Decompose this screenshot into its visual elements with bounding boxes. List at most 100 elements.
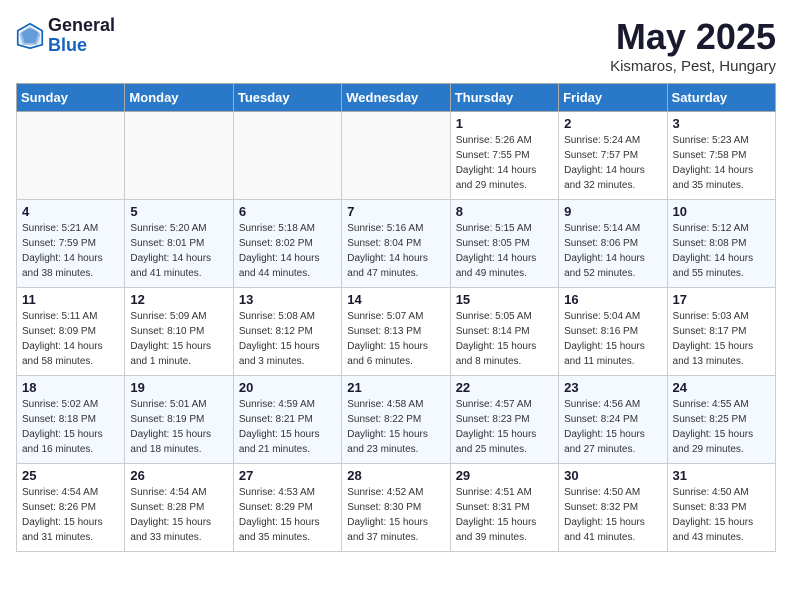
title-area: May 2025 Kismaros, Pest, Hungary	[610, 16, 776, 75]
day-info: Sunrise: 5:04 AMSunset: 8:16 PMDaylight:…	[564, 309, 661, 369]
calendar-week-row: 4 Sunrise: 5:21 AMSunset: 7:59 PMDaylight…	[17, 200, 776, 288]
day-number: 17	[673, 292, 770, 307]
calendar-week-row: 1Sunrise: 5:26 AMSunset: 7:55 PMDaylight…	[17, 112, 776, 200]
day-number: 27	[239, 468, 336, 483]
calendar-week-row: 11Sunrise: 5:11 AMSunset: 8:09 PMDayligh…	[17, 288, 776, 376]
calendar-cell: 19Sunrise: 5:01 AMSunset: 8:19 PMDayligh…	[125, 376, 233, 464]
day-info: Sunrise: 4:51 AMSunset: 8:31 PMDaylight:…	[456, 485, 553, 545]
calendar-cell: 6 Sunrise: 5:18 AMSunset: 8:02 PMDaylight…	[233, 200, 341, 288]
day-info: Sunrise: 5:21 AMSunset: 7:59 PMDaylight:…	[22, 221, 119, 281]
day-number: 22	[456, 380, 553, 395]
day-info: Sunrise: 5:24 AMSunset: 7:57 PMDaylight:…	[564, 133, 661, 193]
day-info: Sunrise: 4:54 AMSunset: 8:28 PMDaylight:…	[130, 485, 227, 545]
day-info: Sunrise: 4:56 AMSunset: 8:24 PMDaylight:…	[564, 397, 661, 457]
day-number: 8	[456, 204, 553, 219]
calendar-week-row: 18Sunrise: 5:02 AMSunset: 8:18 PMDayligh…	[17, 376, 776, 464]
day-info: Sunrise: 5:12 AMSunset: 8:08 PMDaylight:…	[673, 221, 770, 281]
day-number: 15	[456, 292, 553, 307]
day-info: Sunrise: 5:15 AMSunset: 8:05 PMDaylight:…	[456, 221, 553, 281]
calendar-cell: 5 Sunrise: 5:20 AMSunset: 8:01 PMDaylight…	[125, 200, 233, 288]
calendar-day-header: Tuesday	[233, 84, 341, 112]
calendar-cell: 30Sunrise: 4:50 AMSunset: 8:32 PMDayligh…	[559, 464, 667, 552]
day-info: Sunrise: 5:23 AMSunset: 7:58 PMDaylight:…	[673, 133, 770, 193]
calendar-cell	[233, 112, 341, 200]
day-number: 3	[673, 116, 770, 131]
day-info: Sunrise: 4:57 AMSunset: 8:23 PMDaylight:…	[456, 397, 553, 457]
calendar-cell: 15 Sunrise: 5:05 AMSunset: 8:14 PMDayligh…	[450, 288, 558, 376]
day-info: Sunrise: 4:58 AMSunset: 8:22 PMDaylight:…	[347, 397, 444, 457]
day-number: 16	[564, 292, 661, 307]
day-number: 23	[564, 380, 661, 395]
calendar-cell: 23 Sunrise: 4:56 AMSunset: 8:24 PMDayligh…	[559, 376, 667, 464]
calendar-cell: 14Sunrise: 5:07 AMSunset: 8:13 PMDayligh…	[342, 288, 450, 376]
day-number: 21	[347, 380, 444, 395]
day-number: 26	[130, 468, 227, 483]
calendar-cell: 21 Sunrise: 4:58 AMSunset: 8:22 PMDayligh…	[342, 376, 450, 464]
calendar-cell: 31 Sunrise: 4:50 AMSunset: 8:33 PMDayligh…	[667, 464, 775, 552]
logo-general-label: General	[48, 16, 115, 36]
calendar-day-header: Wednesday	[342, 84, 450, 112]
day-info: Sunrise: 4:52 AMSunset: 8:30 PMDaylight:…	[347, 485, 444, 545]
day-number: 14	[347, 292, 444, 307]
logo: General Blue	[16, 16, 115, 56]
day-number: 24	[673, 380, 770, 395]
logo-text: General Blue	[48, 16, 115, 56]
day-number: 6	[239, 204, 336, 219]
calendar-cell: 2 Sunrise: 5:24 AMSunset: 7:57 PMDaylight…	[559, 112, 667, 200]
day-number: 11	[22, 292, 119, 307]
day-number: 29	[456, 468, 553, 483]
day-info: Sunrise: 4:54 AMSunset: 8:26 PMDaylight:…	[22, 485, 119, 545]
day-info: Sunrise: 5:08 AMSunset: 8:12 PMDaylight:…	[239, 309, 336, 369]
day-info: Sunrise: 5:18 AMSunset: 8:02 PMDaylight:…	[239, 221, 336, 281]
day-number: 18	[22, 380, 119, 395]
location-subtitle: Kismaros, Pest, Hungary	[610, 58, 776, 75]
day-number: 4	[22, 204, 119, 219]
day-info: Sunrise: 5:05 AMSunset: 8:14 PMDaylight:…	[456, 309, 553, 369]
day-number: 12	[130, 292, 227, 307]
calendar-day-header: Sunday	[17, 84, 125, 112]
day-number: 25	[22, 468, 119, 483]
calendar-cell: 22 Sunrise: 4:57 AMSunset: 8:23 PMDayligh…	[450, 376, 558, 464]
calendar-cell: 26 Sunrise: 4:54 AMSunset: 8:28 PMDayligh…	[125, 464, 233, 552]
calendar-cell: 17 Sunrise: 5:03 AMSunset: 8:17 PMDayligh…	[667, 288, 775, 376]
calendar-cell: 29 Sunrise: 4:51 AMSunset: 8:31 PMDayligh…	[450, 464, 558, 552]
calendar-cell: 13Sunrise: 5:08 AMSunset: 8:12 PMDayligh…	[233, 288, 341, 376]
calendar-cell	[17, 112, 125, 200]
day-info: Sunrise: 5:14 AMSunset: 8:06 PMDaylight:…	[564, 221, 661, 281]
calendar-cell: 20Sunrise: 4:59 AMSunset: 8:21 PMDayligh…	[233, 376, 341, 464]
calendar-cell	[342, 112, 450, 200]
day-number: 28	[347, 468, 444, 483]
calendar-cell: 11Sunrise: 5:11 AMSunset: 8:09 PMDayligh…	[17, 288, 125, 376]
calendar-day-header: Friday	[559, 84, 667, 112]
calendar-cell: 3 Sunrise: 5:23 AMSunset: 7:58 PMDaylight…	[667, 112, 775, 200]
calendar-cell: 18Sunrise: 5:02 AMSunset: 8:18 PMDayligh…	[17, 376, 125, 464]
calendar-cell: 10Sunrise: 5:12 AMSunset: 8:08 PMDayligh…	[667, 200, 775, 288]
calendar-cell: 12 Sunrise: 5:09 AMSunset: 8:10 PMDayligh…	[125, 288, 233, 376]
day-info: Sunrise: 5:16 AMSunset: 8:04 PMDaylight:…	[347, 221, 444, 281]
day-info: Sunrise: 5:26 AMSunset: 7:55 PMDaylight:…	[456, 133, 553, 193]
calendar-table: SundayMondayTuesdayWednesdayThursdayFrid…	[16, 83, 776, 552]
calendar-day-header: Thursday	[450, 84, 558, 112]
calendar-cell: 24Sunrise: 4:55 AMSunset: 8:25 PMDayligh…	[667, 376, 775, 464]
calendar-cell: 7Sunrise: 5:16 AMSunset: 8:04 PMDaylight…	[342, 200, 450, 288]
day-info: Sunrise: 5:03 AMSunset: 8:17 PMDaylight:…	[673, 309, 770, 369]
day-number: 5	[130, 204, 227, 219]
calendar-cell: 4 Sunrise: 5:21 AMSunset: 7:59 PMDaylight…	[17, 200, 125, 288]
calendar-day-header: Monday	[125, 84, 233, 112]
day-info: Sunrise: 4:59 AMSunset: 8:21 PMDaylight:…	[239, 397, 336, 457]
calendar-cell: 16 Sunrise: 5:04 AMSunset: 8:16 PMDayligh…	[559, 288, 667, 376]
day-number: 2	[564, 116, 661, 131]
day-info: Sunrise: 4:53 AMSunset: 8:29 PMDaylight:…	[239, 485, 336, 545]
calendar-day-header: Saturday	[667, 84, 775, 112]
day-number: 31	[673, 468, 770, 483]
calendar-week-row: 25 Sunrise: 4:54 AMSunset: 8:26 PMDayligh…	[17, 464, 776, 552]
logo-icon	[16, 22, 44, 50]
header: General Blue May 2025 Kismaros, Pest, Hu…	[16, 16, 776, 75]
day-info: Sunrise: 4:50 AMSunset: 8:33 PMDaylight:…	[673, 485, 770, 545]
month-title: May 2025	[610, 16, 776, 58]
calendar-cell: 27 Sunrise: 4:53 AMSunset: 8:29 PMDayligh…	[233, 464, 341, 552]
day-info: Sunrise: 5:20 AMSunset: 8:01 PMDaylight:…	[130, 221, 227, 281]
calendar-cell	[125, 112, 233, 200]
day-info: Sunrise: 5:09 AMSunset: 8:10 PMDaylight:…	[130, 309, 227, 369]
day-info: Sunrise: 5:01 AMSunset: 8:19 PMDaylight:…	[130, 397, 227, 457]
